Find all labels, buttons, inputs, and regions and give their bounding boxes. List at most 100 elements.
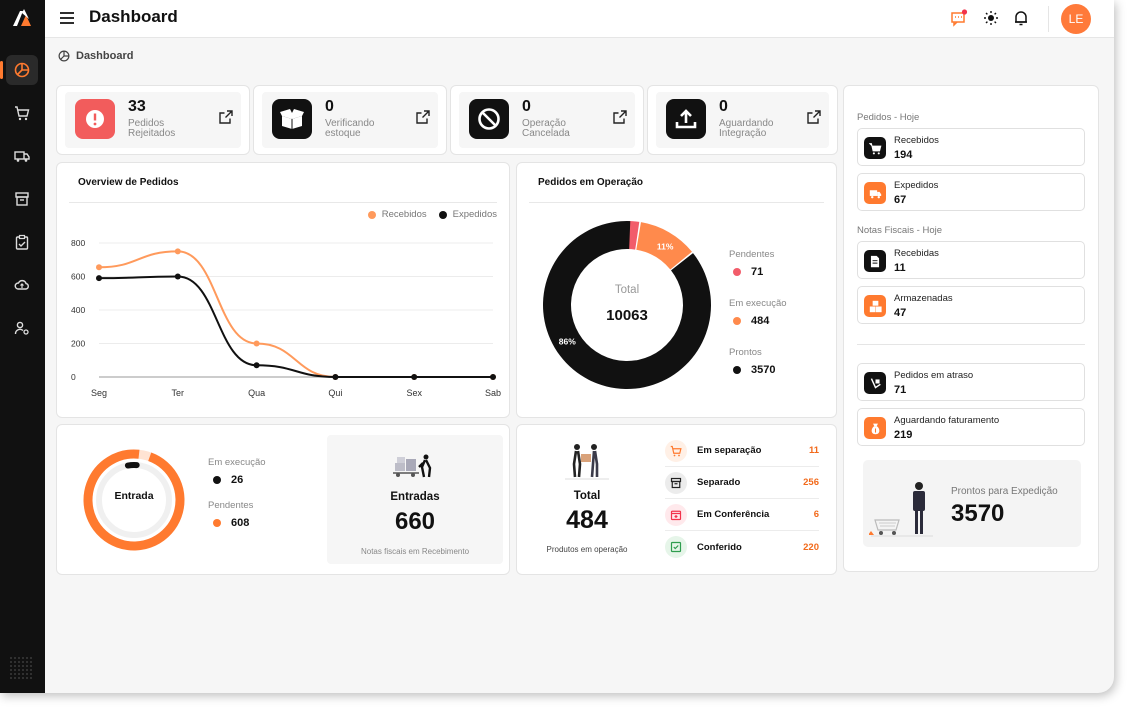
hamburger-menu-icon[interactable] bbox=[59, 11, 75, 30]
stat-card-inner: 33 Pedidos Rejeitados bbox=[65, 92, 241, 148]
list-item[interactable]: Em Conferência 6 bbox=[665, 499, 819, 531]
summary-box[interactable]: Recebidos 194 bbox=[857, 128, 1085, 166]
y-tick-label: 400 bbox=[71, 305, 85, 315]
data-point bbox=[96, 264, 102, 271]
legend-value-row: 71 bbox=[733, 266, 763, 278]
prontos-box[interactable]: Prontos para Expedição 3570 bbox=[863, 460, 1081, 547]
section-divider bbox=[857, 344, 1085, 345]
summary-label: Recebidos bbox=[894, 135, 939, 146]
right-panel: Pedidos - Hoje Recebidos 194 Expedidos 6… bbox=[843, 85, 1099, 572]
summary-value: 67 bbox=[894, 194, 907, 206]
warehouse-worker-icon bbox=[393, 454, 432, 478]
external-link-icon[interactable] bbox=[613, 110, 627, 129]
entrada-item-label: Pendentes bbox=[208, 500, 254, 511]
y-tick-label: 0 bbox=[71, 372, 76, 382]
donut-center-label: Total bbox=[614, 284, 640, 296]
produtos-card: Total 484 Produtos em operação Em separa… bbox=[516, 424, 837, 575]
prontos-value: 3570 bbox=[951, 500, 1005, 527]
stat-card-inner: 0 Operação Cancelada bbox=[459, 92, 635, 148]
summary-box[interactable]: Recebidas 11 bbox=[857, 241, 1085, 279]
external-link-icon[interactable] bbox=[807, 110, 821, 129]
summary-box[interactable]: Armazenadas 47 bbox=[857, 286, 1085, 324]
overview-card: Overview de Pedidos Recebidos Expedidos … bbox=[56, 162, 510, 418]
legend-value: 71 bbox=[751, 266, 764, 278]
app-frame: Dashboard LE Dashboard 33 Pedidos Rejeit… bbox=[0, 0, 1114, 693]
entrada-item-label: Em execução bbox=[208, 457, 266, 468]
legend-label: Prontos bbox=[729, 347, 762, 358]
page-title: Dashboard bbox=[89, 7, 178, 26]
card-divider bbox=[529, 202, 824, 203]
archive-icon bbox=[665, 471, 687, 494]
list-item-value: 220 bbox=[803, 541, 819, 553]
exclamation-icon bbox=[75, 99, 115, 139]
user-settings-icon bbox=[14, 321, 29, 335]
cloud-upload-icon bbox=[14, 279, 29, 290]
stat-card-integracao[interactable]: 0 Aguardando Integração bbox=[647, 85, 838, 155]
y-tick-label: 600 bbox=[71, 272, 85, 282]
bell-icon[interactable] bbox=[1011, 8, 1031, 33]
sidebar-item-pedidos[interactable] bbox=[6, 98, 38, 128]
breadcrumb: Dashboard bbox=[58, 50, 133, 62]
avatar[interactable]: LE bbox=[1061, 4, 1091, 34]
chat-notification-icon[interactable] bbox=[949, 8, 969, 33]
dashboard-pie-icon bbox=[58, 50, 70, 62]
sidebar-item-upload[interactable] bbox=[6, 270, 38, 300]
data-point bbox=[96, 275, 102, 282]
entradas-box[interactable]: Entradas 660 Notas fiscais em Recebiment… bbox=[327, 435, 503, 564]
entrada-item-value: 26 bbox=[231, 474, 244, 486]
stat-value: 33 bbox=[128, 98, 146, 115]
entradas-title: Entradas bbox=[390, 491, 440, 503]
calendar-plus-icon bbox=[665, 503, 687, 526]
list-item[interactable]: Em separação 11 bbox=[665, 435, 819, 467]
legend-value: 484 bbox=[751, 315, 770, 327]
legend-dot bbox=[733, 317, 741, 325]
sidebar-item-conferencia[interactable] bbox=[6, 227, 38, 257]
donut-center-value: 10063 bbox=[606, 307, 648, 324]
series-line bbox=[98, 275, 493, 378]
stat-card-cancelada[interactable]: 0 Operação Cancelada bbox=[450, 85, 644, 155]
section-label: Notas Fiscais - Hoje bbox=[857, 225, 942, 236]
entrada-item-row: 608 bbox=[213, 517, 249, 529]
stat-label: Pedidos Rejeitados bbox=[128, 118, 176, 139]
slice-label: 86% bbox=[559, 337, 576, 347]
summary-value: 194 bbox=[894, 149, 913, 161]
list-item[interactable]: Separado 256 bbox=[665, 467, 819, 499]
sidebar-item-expedicao[interactable] bbox=[6, 141, 38, 171]
summary-box[interactable]: Expedidos 67 bbox=[857, 173, 1085, 211]
block-icon bbox=[469, 99, 509, 139]
stat-label: Operação Cancelada bbox=[522, 118, 570, 139]
summary-label: Recebidas bbox=[894, 248, 939, 259]
summary-label: Aguardando faturamento bbox=[894, 415, 1000, 426]
stat-value: 0 bbox=[522, 98, 531, 115]
entrada-item-value: 608 bbox=[231, 517, 250, 529]
boxes-icon bbox=[864, 295, 886, 317]
external-link-icon[interactable] bbox=[219, 110, 233, 129]
section-label: Pedidos - Hoje bbox=[857, 112, 920, 123]
stat-card-rejeitados[interactable]: 33 Pedidos Rejeitados bbox=[56, 85, 250, 155]
theme-sun-icon[interactable] bbox=[981, 8, 1001, 33]
logo-icon[interactable] bbox=[11, 8, 33, 33]
cart-worker-icon bbox=[869, 482, 933, 537]
summary-box[interactable]: Aguardando faturamento 219 bbox=[857, 408, 1085, 446]
ring-label: Entrada bbox=[114, 490, 154, 502]
legend-value-row: 484 bbox=[733, 315, 769, 327]
produtos-total-value: 484 bbox=[566, 506, 608, 534]
summary-box[interactable]: Pedidos em atraso 71 bbox=[857, 363, 1085, 401]
cart-icon bbox=[864, 137, 886, 159]
clipboard-check-icon bbox=[15, 234, 29, 250]
sidebar-item-armazem[interactable] bbox=[6, 184, 38, 214]
legend-value-row: 3570 bbox=[733, 364, 775, 376]
produtos-total-label: Total bbox=[573, 490, 601, 502]
list-item-label: Em Conferência bbox=[697, 509, 770, 520]
stat-value: 0 bbox=[325, 98, 334, 115]
entrada-item-row: 26 bbox=[213, 474, 243, 486]
legend-label: Em execução bbox=[729, 298, 787, 309]
external-link-icon[interactable] bbox=[416, 110, 430, 129]
breadcrumb-label[interactable]: Dashboard bbox=[76, 50, 133, 62]
sidebar-item-usuarios[interactable] bbox=[6, 313, 38, 343]
archive-icon bbox=[15, 192, 29, 206]
list-item-value: 11 bbox=[808, 445, 819, 456]
sidebar-item-dashboard[interactable] bbox=[0, 55, 38, 85]
list-item[interactable]: Conferido 220 bbox=[665, 531, 819, 563]
stat-card-verificando[interactable]: 0 Verificando estoque bbox=[253, 85, 447, 155]
